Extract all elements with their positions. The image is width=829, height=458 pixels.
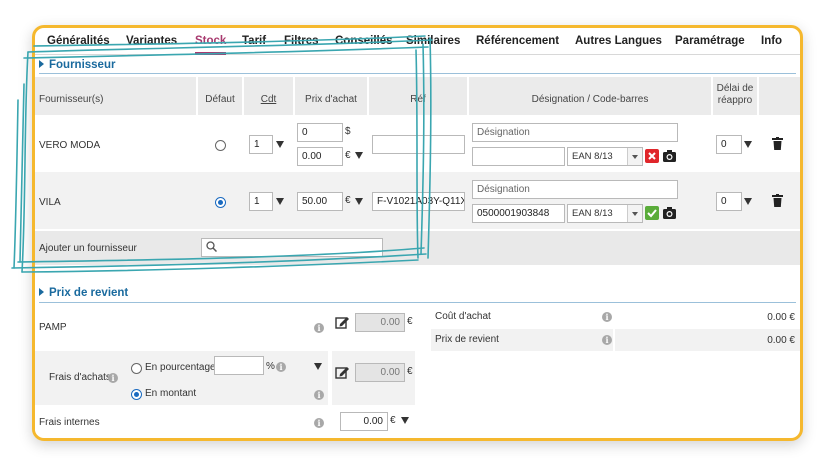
highlight-scribble xyxy=(11,35,433,273)
